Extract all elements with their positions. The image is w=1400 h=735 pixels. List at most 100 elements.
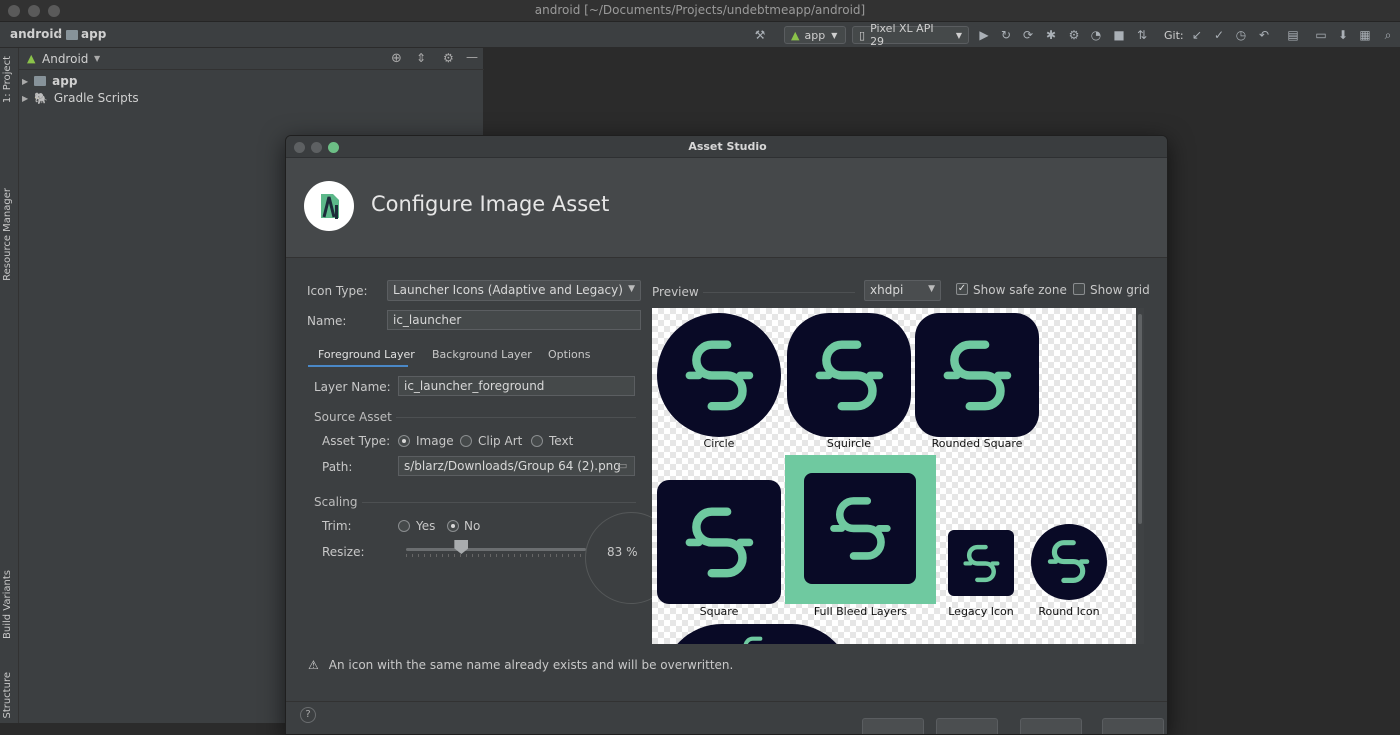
help-icon[interactable]: ? — [300, 707, 316, 723]
chevron-right-icon[interactable]: ▶ — [22, 94, 28, 103]
trim-yes-label[interactable]: Yes — [416, 519, 435, 533]
show-grid-label[interactable]: Show grid — [1090, 283, 1150, 297]
source-asset-section-title: Source Asset — [314, 410, 392, 424]
finish-button[interactable] — [1102, 718, 1164, 734]
preview-icon-rounded-square — [915, 313, 1039, 437]
profile-icon[interactable]: ◔ — [1088, 27, 1104, 43]
preview-label: Preview — [652, 285, 699, 299]
folder-browse-icon[interactable]: ▭ — [617, 459, 627, 472]
selected-tab-indicator — [308, 365, 408, 367]
apply-code-changes-icon[interactable]: ⟳ — [1020, 27, 1036, 43]
resize-slider-thumb[interactable] — [454, 540, 469, 554]
icon-type-value: Launcher Icons (Adaptive and Legacy) — [393, 283, 623, 297]
locate-target-icon[interactable]: ⊕ — [391, 51, 402, 66]
hide-panel-icon[interactable]: — — [466, 50, 478, 64]
asset-type-image-label[interactable]: Image — [416, 434, 454, 448]
chevron-down-icon[interactable]: ▼ — [94, 54, 100, 63]
asset-type-clipart-radio[interactable] — [460, 435, 472, 447]
trim-no-label[interactable]: No — [464, 519, 480, 533]
folder-icon — [66, 30, 78, 40]
asset-type-text-label[interactable]: Text — [549, 434, 573, 448]
search-icon[interactable]: ⌕ — [1380, 27, 1396, 43]
stop-icon[interactable]: ■ — [1111, 27, 1127, 43]
tab-resource-manager[interactable]: Resource Manager — [2, 188, 13, 281]
run-config-label: app — [804, 28, 826, 42]
tab-build-variants[interactable]: Build Variants — [2, 570, 13, 639]
preview-caption-rounded-square: Rounded Square — [931, 437, 1023, 450]
navigation-toolbar: android › app ⚒ ▲ app ▼ ▯ Pixel XL API 2… — [0, 22, 1400, 48]
asset-type-text-radio[interactable] — [531, 435, 543, 447]
next-button[interactable] — [1020, 718, 1082, 734]
run-icon[interactable]: ▶ — [976, 27, 992, 43]
sync-gradle-icon[interactable]: ⇅ — [1134, 27, 1150, 43]
avd-manager-icon[interactable]: ▭ — [1313, 27, 1329, 43]
chevron-right-icon[interactable]: ▶ — [22, 77, 28, 86]
window-title: android [~/Documents/Projects/undebtmeap… — [534, 3, 866, 17]
section-divider — [703, 292, 855, 293]
git-history-icon[interactable]: ◷ — [1233, 27, 1249, 43]
hammer-build-icon[interactable]: ⚒ — [752, 27, 768, 43]
preview-icon-squircle — [787, 313, 911, 437]
dialog-heading: Configure Image Asset — [371, 192, 610, 216]
breadcrumb-project[interactable]: android — [10, 27, 62, 41]
density-dropdown[interactable]: xhdpi ▼ — [864, 280, 941, 301]
show-safe-zone-checkbox[interactable]: ✓ — [956, 283, 968, 295]
name-input[interactable]: ic_launcher — [387, 310, 641, 330]
git-update-icon[interactable]: ↙ — [1189, 27, 1205, 43]
app-logo-glyph-icon — [943, 340, 1011, 410]
collapse-all-icon[interactable]: ⇕ — [416, 51, 426, 65]
app-logo-glyph-icon — [685, 340, 753, 410]
dialog-titlebar: Asset Studio — [286, 136, 1167, 158]
show-safe-zone-label[interactable]: Show safe zone — [973, 283, 1067, 297]
attach-debugger-icon[interactable]: ⚙ — [1066, 27, 1082, 43]
trim-no-radio[interactable] — [447, 520, 459, 532]
icon-type-dropdown[interactable]: Launcher Icons (Adaptive and Legacy) ▼ — [387, 280, 641, 301]
android-icon: ▲ — [791, 28, 800, 42]
gradle-icon: 🐘 — [34, 91, 48, 105]
path-input[interactable]: s/blarz/Downloads/Group 64 (2).png — [398, 456, 635, 476]
asset-type-clipart-label[interactable]: Clip Art — [478, 434, 522, 448]
tab-project[interactable]: 1: Project — [2, 56, 13, 103]
resize-value: 83 % — [607, 545, 638, 559]
tab-background-layer[interactable]: Background Layer — [432, 348, 532, 361]
tree-item-gradle-scripts[interactable]: ▶ 🐘 Gradle Scripts — [22, 91, 139, 105]
app-logo-glyph-icon — [963, 544, 999, 582]
android-studio-logo-icon — [304, 181, 354, 231]
layer-name-input[interactable]: ic_launcher_foreground — [398, 376, 635, 396]
breadcrumb-module[interactable]: app — [81, 27, 106, 41]
device-dropdown[interactable]: ▯ Pixel XL API 29 ▼ — [852, 22, 969, 48]
debug-icon[interactable]: ✱ — [1043, 27, 1059, 43]
git-commit-icon[interactable]: ✓ — [1211, 27, 1227, 43]
project-view-selector[interactable]: Android — [42, 52, 88, 66]
tab-foreground-layer[interactable]: Foreground Layer — [318, 348, 415, 361]
tree-item-label: app — [52, 74, 78, 88]
git-rollback-icon[interactable]: ↶ — [1256, 27, 1272, 43]
previous-button[interactable] — [936, 718, 998, 734]
phone-icon: ▯ — [859, 28, 866, 42]
show-grid-checkbox[interactable] — [1073, 283, 1085, 295]
preview-caption-square: Square — [699, 605, 739, 618]
trim-yes-radio[interactable] — [398, 520, 410, 532]
cancel-button[interactable] — [862, 718, 924, 734]
preview-caption-legacy: Legacy Icon — [948, 605, 1014, 618]
sdk-manager-icon[interactable]: ⬇ — [1335, 27, 1351, 43]
tab-options[interactable]: Options — [548, 348, 590, 361]
layout-inspector-icon[interactable]: ▦ — [1357, 27, 1373, 43]
tab-structure[interactable]: Structure — [2, 672, 13, 719]
dialog-header: Configure Image Asset — [286, 158, 1167, 258]
warning-icon: ⚠ — [308, 658, 319, 672]
gear-icon[interactable]: ⚙ — [443, 51, 454, 65]
project-structure-icon[interactable]: ▤ — [1285, 27, 1301, 43]
tree-item-app[interactable]: ▶ app — [22, 74, 77, 88]
git-label: Git: — [1164, 28, 1184, 42]
asset-type-image-radio[interactable] — [398, 435, 410, 447]
apply-changes-icon[interactable]: ↻ — [998, 27, 1014, 43]
preview-icon-partial — [662, 624, 852, 644]
preview-scrollbar-thumb[interactable] — [1138, 314, 1142, 524]
app-logo-glyph-icon — [1048, 540, 1090, 584]
resize-slider-track[interactable] — [406, 548, 586, 551]
run-config-dropdown[interactable]: ▲ app ▼ — [784, 26, 846, 44]
preview-icon-square — [657, 480, 781, 604]
asset-type-label: Asset Type: — [322, 434, 391, 448]
preview-icon-circle — [657, 313, 781, 437]
